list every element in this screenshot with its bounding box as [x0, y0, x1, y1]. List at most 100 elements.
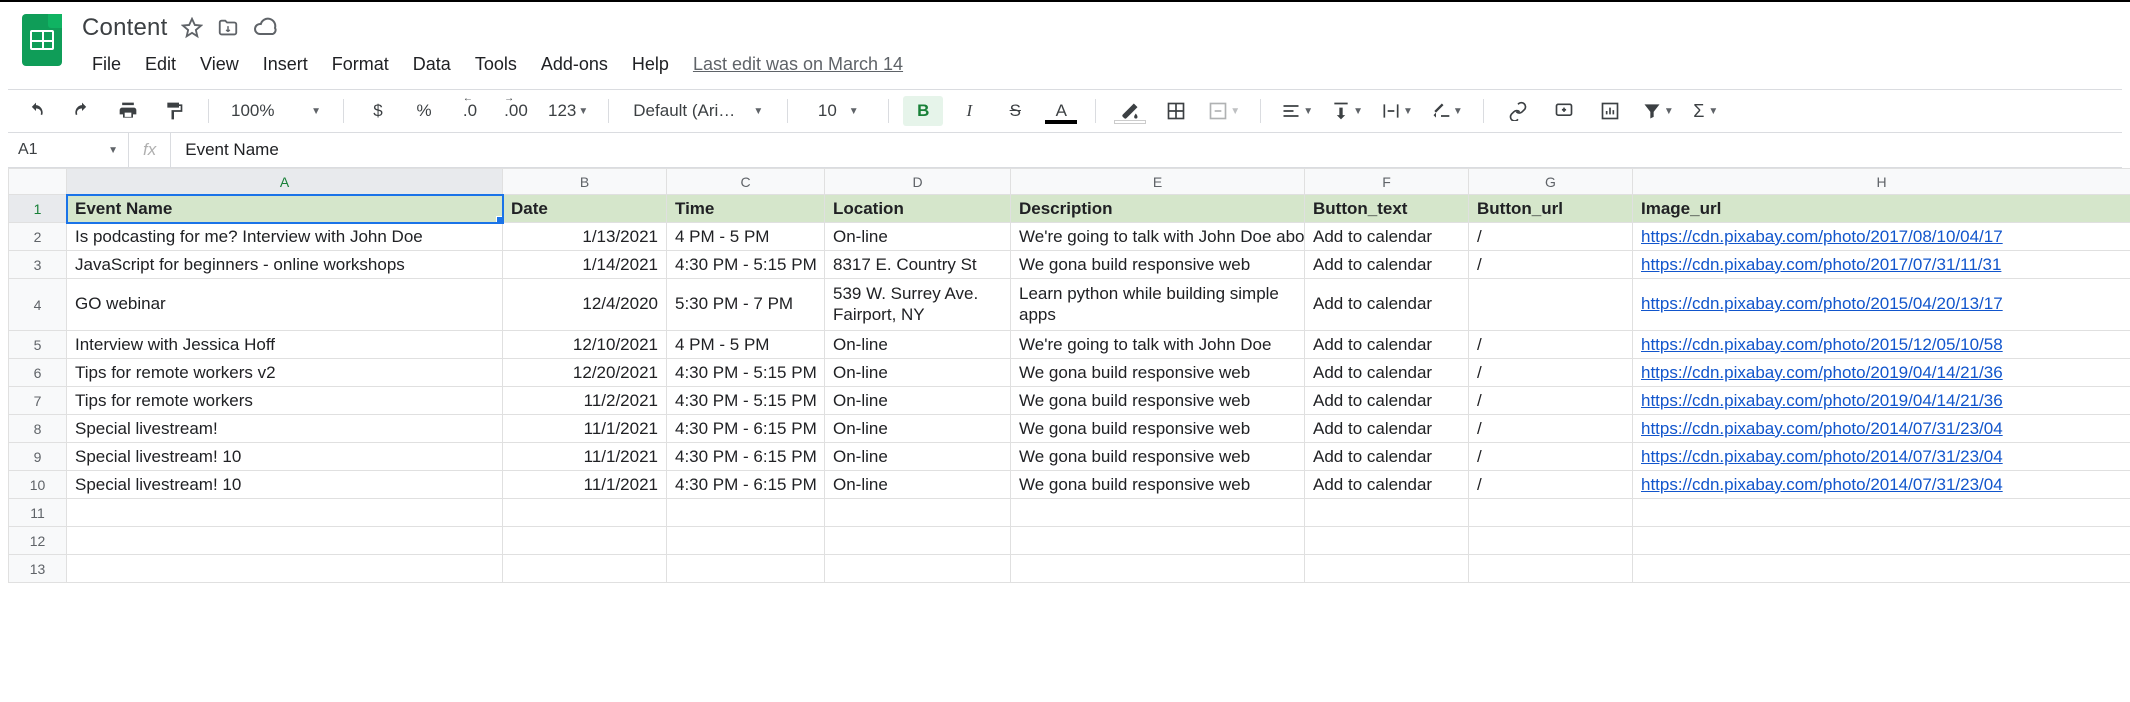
- cell[interactable]: Add to calendar: [1305, 359, 1469, 387]
- horizontal-align-button[interactable]: ▼: [1275, 96, 1319, 126]
- cell[interactable]: https://cdn.pixabay.com/photo/2015/12/05…: [1633, 331, 2130, 359]
- cell[interactable]: https://cdn.pixabay.com/photo/2019/04/14…: [1633, 387, 2130, 415]
- cell[interactable]: Special livestream! 10: [67, 443, 503, 471]
- cell[interactable]: [667, 499, 825, 527]
- cell[interactable]: https://cdn.pixabay.com/photo/2015/04/20…: [1633, 279, 2130, 331]
- cell[interactable]: [503, 499, 667, 527]
- table-row[interactable]: 4GO webinar12/4/20205:30 PM - 7 PM539 W.…: [9, 279, 2130, 331]
- table-row[interactable]: 6Tips for remote workers v212/20/20214:3…: [9, 359, 2130, 387]
- table-row[interactable]: 3JavaScript for beginners - online works…: [9, 251, 2130, 279]
- cell[interactable]: /: [1469, 223, 1633, 251]
- cell[interactable]: 4 PM - 5 PM: [667, 223, 825, 251]
- cell[interactable]: We gona build responsive web: [1011, 471, 1305, 499]
- font-size-select[interactable]: 10▼: [802, 96, 874, 126]
- col-header-B[interactable]: B: [503, 169, 667, 195]
- table-row[interactable]: 13: [9, 555, 2130, 583]
- cell[interactable]: /: [1469, 443, 1633, 471]
- cell[interactable]: We gona build responsive web: [1011, 359, 1305, 387]
- last-edit-link[interactable]: Last edit was on March 14: [683, 50, 913, 79]
- menu-help[interactable]: Help: [622, 50, 679, 79]
- functions-button[interactable]: Σ▼: [1686, 96, 1726, 126]
- cell[interactable]: [1469, 527, 1633, 555]
- menu-tools[interactable]: Tools: [465, 50, 527, 79]
- cell[interactable]: [67, 527, 503, 555]
- format-currency-button[interactable]: $: [358, 96, 398, 126]
- italic-button[interactable]: I: [949, 96, 989, 126]
- col-header-G[interactable]: G: [1469, 169, 1633, 195]
- cell[interactable]: Time: [667, 195, 825, 223]
- col-header-E[interactable]: E: [1011, 169, 1305, 195]
- cell[interactable]: On-line: [825, 359, 1011, 387]
- column-header-row[interactable]: A B C D E F G H: [9, 169, 2130, 195]
- row-header[interactable]: 6: [9, 359, 67, 387]
- table-row[interactable]: 1Event NameDateTimeLocationDescriptionBu…: [9, 195, 2130, 223]
- cell[interactable]: https://cdn.pixabay.com/photo/2019/04/14…: [1633, 359, 2130, 387]
- col-header-C[interactable]: C: [667, 169, 825, 195]
- cell[interactable]: [1469, 279, 1633, 331]
- merge-cells-button[interactable]: ▼: [1202, 96, 1246, 126]
- cell[interactable]: On-line: [825, 387, 1011, 415]
- filter-button[interactable]: ▼: [1636, 96, 1680, 126]
- cell[interactable]: We're going to talk with John Doe: [1011, 331, 1305, 359]
- move-icon[interactable]: [217, 17, 239, 39]
- cell[interactable]: [1469, 555, 1633, 583]
- cell[interactable]: [503, 527, 667, 555]
- cell[interactable]: On-line: [825, 443, 1011, 471]
- print-button[interactable]: [108, 96, 148, 126]
- cell[interactable]: Learn python while building simple apps: [1011, 279, 1305, 331]
- cell[interactable]: [1305, 555, 1469, 583]
- text-rotation-button[interactable]: ▼: [1425, 96, 1469, 126]
- cell[interactable]: 4:30 PM - 6:15 PM: [667, 471, 825, 499]
- decrease-decimal-button[interactable]: .0←: [450, 96, 490, 126]
- insert-link-button[interactable]: [1498, 96, 1538, 126]
- cell[interactable]: Add to calendar: [1305, 415, 1469, 443]
- cell[interactable]: [1469, 499, 1633, 527]
- cell[interactable]: Button_url: [1469, 195, 1633, 223]
- cell[interactable]: On-line: [825, 415, 1011, 443]
- menu-insert[interactable]: Insert: [253, 50, 318, 79]
- cell[interactable]: 4:30 PM - 5:15 PM: [667, 251, 825, 279]
- col-header-H[interactable]: H: [1633, 169, 2130, 195]
- cell[interactable]: We gona build responsive web: [1011, 415, 1305, 443]
- cell[interactable]: GO webinar: [67, 279, 503, 331]
- cell[interactable]: Special livestream! 10: [67, 471, 503, 499]
- cell[interactable]: Add to calendar: [1305, 251, 1469, 279]
- table-row[interactable]: 8Special livestream!11/1/20214:30 PM - 6…: [9, 415, 2130, 443]
- cell[interactable]: We gona build responsive web: [1011, 387, 1305, 415]
- table-row[interactable]: 2Is podcasting for me? Interview with Jo…: [9, 223, 2130, 251]
- formula-input[interactable]: Event Name: [171, 140, 2122, 160]
- cell[interactable]: Date: [503, 195, 667, 223]
- cell[interactable]: Special livestream!: [67, 415, 503, 443]
- cell[interactable]: https://cdn.pixabay.com/photo/2014/07/31…: [1633, 471, 2130, 499]
- cell[interactable]: https://cdn.pixabay.com/photo/2017/08/10…: [1633, 223, 2130, 251]
- menu-view[interactable]: View: [190, 50, 249, 79]
- table-row[interactable]: 12: [9, 527, 2130, 555]
- row-header[interactable]: 2: [9, 223, 67, 251]
- row-header[interactable]: 10: [9, 471, 67, 499]
- cell[interactable]: 1/14/2021: [503, 251, 667, 279]
- menu-addons[interactable]: Add-ons: [531, 50, 618, 79]
- strikethrough-button[interactable]: S: [995, 96, 1035, 126]
- cell[interactable]: /: [1469, 471, 1633, 499]
- cell[interactable]: 4:30 PM - 6:15 PM: [667, 415, 825, 443]
- cell[interactable]: Tips for remote workers: [67, 387, 503, 415]
- increase-decimal-button[interactable]: .00→: [496, 96, 536, 126]
- cell[interactable]: 12/4/2020: [503, 279, 667, 331]
- cell[interactable]: [825, 555, 1011, 583]
- table-row[interactable]: 7Tips for remote workers11/2/20214:30 PM…: [9, 387, 2130, 415]
- cell[interactable]: [1011, 527, 1305, 555]
- undo-button[interactable]: [16, 96, 56, 126]
- cell[interactable]: https://cdn.pixabay.com/photo/2017/07/31…: [1633, 251, 2130, 279]
- fill-color-button[interactable]: [1110, 96, 1150, 126]
- menu-edit[interactable]: Edit: [135, 50, 186, 79]
- cell[interactable]: Add to calendar: [1305, 387, 1469, 415]
- row-header[interactable]: 5: [9, 331, 67, 359]
- cell[interactable]: Add to calendar: [1305, 471, 1469, 499]
- cell[interactable]: [1633, 527, 2130, 555]
- cell[interactable]: [67, 555, 503, 583]
- select-all-corner[interactable]: [9, 169, 67, 195]
- menu-file[interactable]: File: [82, 50, 131, 79]
- cell[interactable]: We gona build responsive web: [1011, 443, 1305, 471]
- row-header[interactable]: 3: [9, 251, 67, 279]
- cell[interactable]: Interview with Jessica Hoff: [67, 331, 503, 359]
